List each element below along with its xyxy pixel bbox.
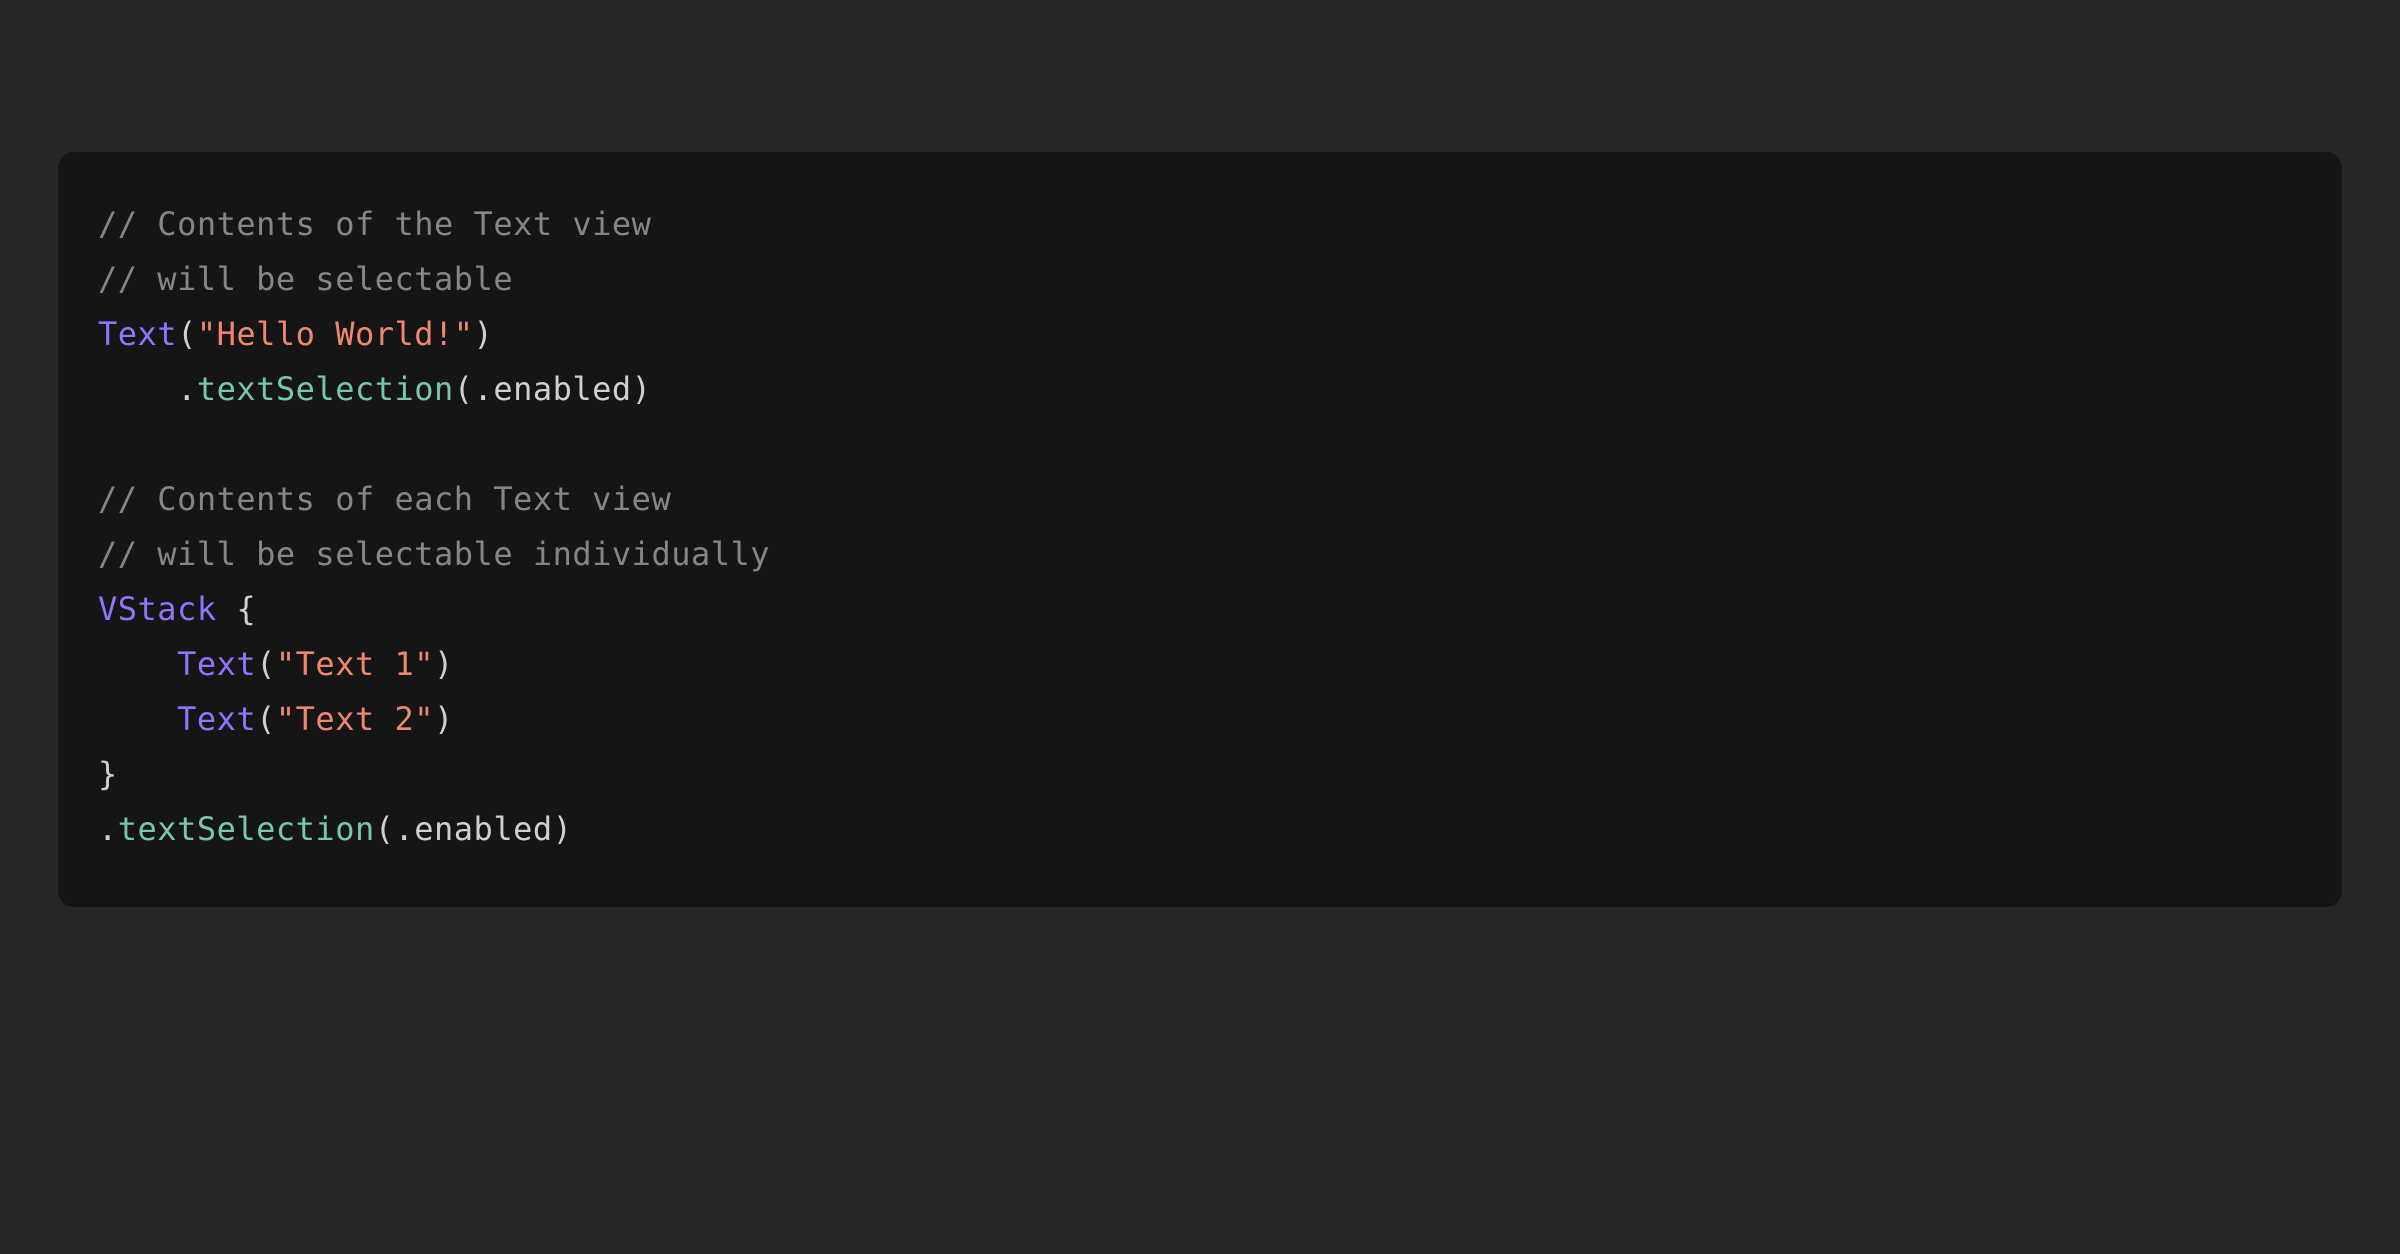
string-literal: "Text 2" bbox=[276, 700, 434, 738]
paren: ( bbox=[177, 315, 197, 353]
method-name: textSelection bbox=[118, 810, 375, 848]
argument: .enabled bbox=[474, 370, 632, 408]
string-literal: "Hello World!" bbox=[197, 315, 474, 353]
code-line-7: VStack { bbox=[98, 582, 2302, 637]
code-line-4: .textSelection(.enabled) bbox=[98, 362, 2302, 417]
dot: . bbox=[98, 810, 118, 848]
code-line-6: // will be selectable individually bbox=[98, 527, 2302, 582]
code-line-11: .textSelection(.enabled) bbox=[98, 802, 2302, 857]
code-line-3: Text("Hello World!") bbox=[98, 307, 2302, 362]
brace: } bbox=[98, 755, 118, 793]
code-line-8: Text("Text 1") bbox=[98, 637, 2302, 692]
code-line-9: Text("Text 2") bbox=[98, 692, 2302, 747]
paren: ) bbox=[434, 645, 454, 683]
comment-text: // will be selectable individually bbox=[98, 535, 770, 573]
paren: ) bbox=[553, 810, 573, 848]
code-line-blank bbox=[98, 417, 2302, 472]
argument: .enabled bbox=[394, 810, 552, 848]
code-line-2: // will be selectable bbox=[98, 252, 2302, 307]
code-line-1: // Contents of the Text view bbox=[98, 197, 2302, 252]
type-identifier: VStack bbox=[98, 590, 217, 628]
paren: ) bbox=[632, 370, 652, 408]
type-identifier: Text bbox=[98, 315, 177, 353]
comment-text: // Contents of the Text view bbox=[98, 205, 651, 243]
indent bbox=[98, 645, 177, 683]
paren: ( bbox=[454, 370, 474, 408]
type-identifier: Text bbox=[177, 645, 256, 683]
paren: ( bbox=[256, 700, 276, 738]
comment-text: // Contents of each Text view bbox=[98, 480, 671, 518]
paren: ( bbox=[375, 810, 395, 848]
code-line-5: // Contents of each Text view bbox=[98, 472, 2302, 527]
paren: ) bbox=[434, 700, 454, 738]
code-block[interactable]: // Contents of the Text view // will be … bbox=[58, 152, 2342, 907]
brace: { bbox=[217, 590, 257, 628]
dot: . bbox=[177, 370, 197, 408]
paren: ) bbox=[474, 315, 494, 353]
comment-text: // will be selectable bbox=[98, 260, 513, 298]
string-literal: "Text 1" bbox=[276, 645, 434, 683]
method-name: textSelection bbox=[197, 370, 454, 408]
paren: ( bbox=[256, 645, 276, 683]
indent bbox=[98, 370, 177, 408]
indent bbox=[98, 700, 177, 738]
code-line-10: } bbox=[98, 747, 2302, 802]
type-identifier: Text bbox=[177, 700, 256, 738]
